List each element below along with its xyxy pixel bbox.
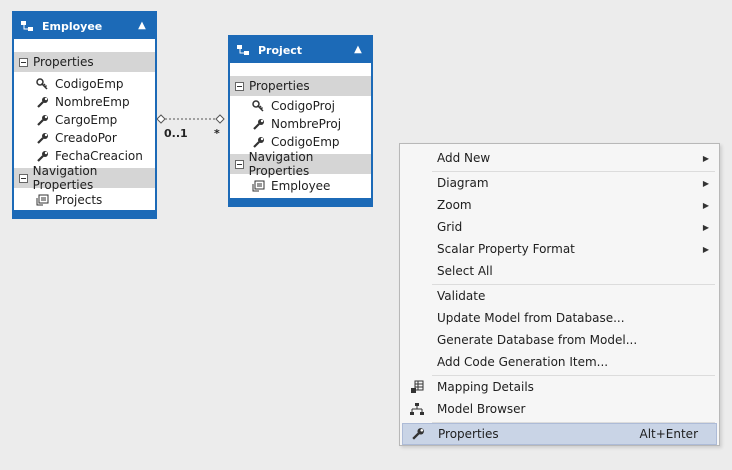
multiplicity-right: * <box>214 127 220 140</box>
wrench-icon <box>412 428 424 440</box>
menu-item-validate[interactable]: Validate <box>402 285 717 307</box>
menu-item-add-code-generation[interactable]: Add Code Generation Item... <box>402 351 717 373</box>
menu-item-diagram[interactable]: Diagram ▶ <box>402 172 717 194</box>
menu-item-scalar-property-format[interactable]: Scalar Property Format ▶ <box>402 238 717 260</box>
property-row[interactable]: CreadoPor <box>14 129 155 147</box>
entity-icon <box>237 45 249 55</box>
menu-item-update-model[interactable]: Update Model from Database... <box>402 307 717 329</box>
mapping-details-icon <box>411 380 424 393</box>
wrench-icon <box>37 96 48 108</box>
navigation-property-icon <box>36 194 49 205</box>
wrench-icon <box>37 114 48 126</box>
property-row[interactable]: CodigoProj <box>230 97 371 115</box>
menu-item-select-all[interactable]: Select All <box>402 260 717 282</box>
menu-item-label: Validate <box>437 289 486 303</box>
property-name: CargoEmp <box>55 113 118 127</box>
property-name: FechaCreacion <box>55 149 143 163</box>
section-label: Navigation Properties <box>248 150 314 178</box>
navigation-property-icon <box>252 180 265 191</box>
properties-section-header[interactable]: Properties <box>230 76 371 96</box>
submenu-arrow-icon: ▶ <box>702 222 709 232</box>
association-end-diamond <box>215 114 225 124</box>
collapse-minus-icon[interactable] <box>19 173 28 183</box>
property-row[interactable]: CargoEmp <box>14 111 155 129</box>
property-row[interactable]: CodigoEmp <box>14 75 155 93</box>
menu-item-mapping-details[interactable]: Mapping Details <box>402 376 717 398</box>
property-name: CreadoPor <box>55 131 117 145</box>
property-name: NombreProj <box>271 117 342 131</box>
collapse-minus-icon[interactable] <box>235 81 244 91</box>
property-row[interactable]: FechaCreacion <box>14 147 155 165</box>
menu-item-generate-database[interactable]: Generate Database from Model... <box>402 329 717 351</box>
menu-item-label: Update Model from Database... <box>437 311 625 325</box>
key-icon <box>36 77 48 90</box>
navigation-section-header[interactable]: Navigation Properties <box>14 164 155 192</box>
submenu-arrow-icon: ▶ <box>702 153 709 163</box>
menu-item-add-new[interactable]: Add New ▶ <box>402 147 717 169</box>
entity-footer <box>14 210 155 217</box>
multiplicity-left: 0..1 <box>164 127 188 140</box>
entity-employee[interactable]: Employee ▲ Properties CodigoEmp NombreEm… <box>12 11 157 219</box>
property-name: NombreEmp <box>55 95 130 109</box>
property-name: Projects <box>55 193 103 207</box>
menu-item-label: Zoom <box>437 198 472 212</box>
entity-footer <box>230 198 371 205</box>
section-label: Properties <box>33 55 94 69</box>
menu-item-grid[interactable]: Grid ▶ <box>402 216 717 238</box>
entity-title: Project <box>258 43 303 57</box>
properties-section-header[interactable]: Properties <box>14 52 155 72</box>
menu-item-label: Add Code Generation Item... <box>437 355 609 369</box>
menu-item-label: Add New <box>437 151 491 165</box>
collapse-chevron-icon[interactable]: ▲ <box>135 18 149 32</box>
submenu-arrow-icon: ▶ <box>702 200 709 210</box>
property-name: CodigoProj <box>271 99 336 113</box>
menu-item-label: Scalar Property Format <box>437 242 575 256</box>
entity-header[interactable]: Project ▲ <box>230 37 371 63</box>
association-end-diamond <box>156 114 166 124</box>
key-icon <box>252 99 264 112</box>
model-browser-icon <box>410 403 424 415</box>
menu-item-label: Grid <box>437 220 463 234</box>
menu-item-model-browser[interactable]: Model Browser <box>402 398 717 420</box>
property-row[interactable]: NombreEmp <box>14 93 155 111</box>
submenu-arrow-icon: ▶ <box>702 178 709 188</box>
menu-item-label: Select All <box>437 264 493 278</box>
wrench-icon <box>253 136 264 148</box>
submenu-arrow-icon: ▶ <box>702 244 709 254</box>
collapse-minus-icon[interactable] <box>19 57 28 67</box>
entity-project[interactable]: Project ▲ Properties CodigoProj NombrePr… <box>228 35 373 207</box>
menu-item-label: Mapping Details <box>437 380 534 394</box>
context-menu[interactable]: Add New ▶ Diagram ▶ Zoom ▶ Grid ▶ Scalar… <box>399 143 720 446</box>
menu-item-label: Generate Database from Model... <box>437 333 638 347</box>
collapse-minus-icon[interactable] <box>235 159 244 169</box>
menu-item-shortcut: Alt+Enter <box>639 427 698 441</box>
navigation-property-row[interactable]: Employee <box>230 177 371 195</box>
section-label: Navigation Properties <box>32 164 98 192</box>
property-row[interactable]: CodigoEmp <box>230 133 371 151</box>
menu-item-label: Diagram <box>437 176 489 190</box>
navigation-section-header[interactable]: Navigation Properties <box>230 150 371 178</box>
wrench-icon <box>253 118 264 130</box>
property-row[interactable]: NombreProj <box>230 115 371 133</box>
wrench-icon <box>37 150 48 162</box>
wrench-icon <box>37 132 48 144</box>
entity-icon <box>21 21 33 31</box>
menu-item-properties[interactable]: Properties Alt+Enter <box>402 423 717 445</box>
entity-header[interactable]: Employee ▲ <box>14 13 155 39</box>
section-label: Properties <box>249 79 310 93</box>
property-name: CodigoEmp <box>271 135 340 149</box>
property-name: CodigoEmp <box>55 77 124 91</box>
menu-item-zoom[interactable]: Zoom ▶ <box>402 194 717 216</box>
navigation-property-row[interactable]: Projects <box>14 191 155 209</box>
menu-item-label: Properties <box>438 427 499 441</box>
menu-item-label: Model Browser <box>437 402 526 416</box>
collapse-chevron-icon[interactable]: ▲ <box>351 42 365 56</box>
entity-title: Employee <box>42 19 103 33</box>
property-name: Employee <box>271 179 331 193</box>
